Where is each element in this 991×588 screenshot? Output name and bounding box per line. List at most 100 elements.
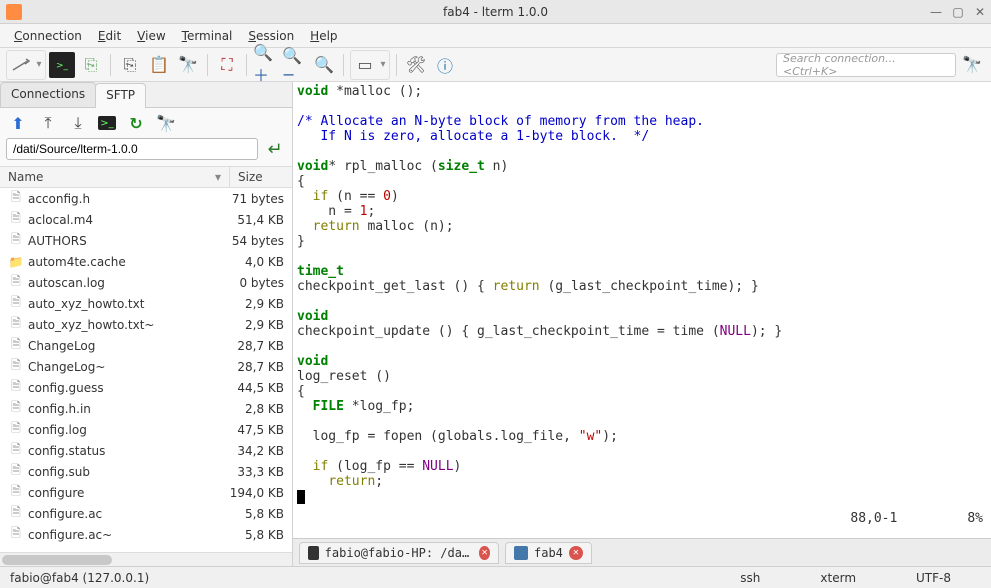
status-protocol: ssh — [710, 571, 790, 585]
tab-connections[interactable]: Connections — [0, 82, 96, 107]
copy-icon[interactable]: ⎘ — [117, 52, 143, 78]
sftp-toolbar: ⬆ ⤒ ⤓ >_ ↻ 🔭 — [0, 108, 292, 138]
select-all-icon[interactable]: ⛶ — [214, 52, 240, 78]
go-button[interactable]: ↵ — [264, 138, 286, 160]
file-row[interactable]: 🗎 aclocal.m451,4 KB — [0, 209, 292, 230]
file-name: autoscan.log — [28, 276, 222, 290]
file-row[interactable]: 🗎AUTHORS54 bytes — [0, 230, 292, 251]
close-tab-icon[interactable]: ✕ — [569, 546, 583, 560]
terminal-tab-2[interactable]: fab4 ✕ — [505, 542, 592, 564]
status-encoding: UTF-8 — [886, 571, 981, 585]
file-icon: 🗎 — [8, 213, 24, 227]
file-row[interactable]: 🗎auto_xyz_howto.txt2,9 KB — [0, 293, 292, 314]
duplicate-icon[interactable]: ⎘ — [78, 52, 104, 78]
file-name: config.sub — [28, 465, 222, 479]
editor-ruler: 88,0-1 8% — [850, 511, 983, 526]
search-input[interactable]: Search connection... <Ctrl+K> — [776, 53, 956, 77]
file-name: config.guess — [28, 381, 222, 395]
file-size: 5,8 KB — [222, 507, 284, 521]
menu-help[interactable]: Help — [302, 27, 345, 45]
find-icon[interactable]: 🔭 — [175, 52, 201, 78]
file-row[interactable]: 🗎configure194,0 KB — [0, 482, 292, 503]
main-toolbar: ▾ >_ ⎘ ⎘ 📋 🔭 ⛶ 🔍＋ 🔍− 🔍 ▭ ▾ 🛠 ⓘ Search co… — [0, 48, 991, 82]
file-size: 2,9 KB — [222, 318, 284, 332]
file-row[interactable]: 🗎autoscan.log0 bytes — [0, 272, 292, 293]
settings-icon[interactable]: 🛠 — [403, 52, 429, 78]
terminal-tab-1[interactable]: fabio@fabio-HP: /dati/Sou … ✕ — [299, 542, 499, 564]
connect-dropdown[interactable]: ▾ — [34, 59, 44, 70]
status-host: fabio@fab4 (127.0.0.1) — [10, 571, 710, 585]
zoom-reset-icon[interactable]: 🔍 — [311, 52, 337, 78]
tab-sftp[interactable]: SFTP — [95, 83, 146, 108]
download-icon[interactable]: ⤓ — [68, 113, 88, 133]
file-name: aclocal.m4 — [28, 213, 222, 227]
file-icon: 🗎 — [8, 192, 24, 206]
file-row[interactable]: 🗎ChangeLog~28,7 KB — [0, 356, 292, 377]
zoom-in-icon[interactable]: 🔍＋ — [253, 52, 279, 78]
file-size: 51,4 KB — [222, 213, 284, 227]
connect-icon[interactable] — [8, 52, 34, 78]
file-name: configure — [28, 486, 222, 500]
menu-connection[interactable]: Connection — [6, 27, 90, 45]
col-size[interactable]: Size — [230, 167, 292, 187]
info-icon[interactable]: ⓘ — [432, 52, 458, 78]
file-icon: 🗎 — [8, 465, 24, 479]
file-row[interactable]: 🗎acconfig.h71 bytes — [0, 188, 292, 209]
binoculars-icon[interactable]: 🔭 — [959, 52, 985, 78]
file-name: config.status — [28, 444, 222, 458]
file-size: 28,7 KB — [222, 360, 284, 374]
close-button[interactable]: ✕ — [973, 5, 987, 19]
file-name: auto_xyz_howto.txt~ — [28, 318, 222, 332]
file-row[interactable]: 🗎 config.status34,2 KB — [0, 440, 292, 461]
file-row[interactable]: 🗎config.log47,5 KB — [0, 419, 292, 440]
file-row[interactable]: 🗎config.sub33,3 KB — [0, 461, 292, 482]
col-name[interactable]: Name▾ — [0, 167, 230, 187]
file-icon: 🗎 — [8, 339, 24, 353]
file-row[interactable]: 🗎ChangeLog28,7 KB — [0, 335, 292, 356]
code-area[interactable]: void *malloc (); /* Allocate an N-byte b… — [293, 82, 991, 538]
menu-view[interactable]: View — [129, 27, 173, 45]
file-name: autom4te.cache — [28, 255, 222, 269]
zoom-out-icon[interactable]: 🔍− — [282, 52, 308, 78]
svg-text:>_: >_ — [56, 61, 69, 71]
status-terminal: xterm — [790, 571, 886, 585]
app-icon — [6, 4, 22, 20]
file-row[interactable]: 🗎configure.ac~5,8 KB — [0, 524, 292, 545]
search-files-icon[interactable]: 🔭 — [156, 113, 176, 133]
file-size: 5,8 KB — [222, 528, 284, 542]
open-terminal-icon[interactable]: >_ — [98, 116, 116, 130]
titlebar: fab4 - lterm 1.0.0 — ▢ ✕ — [0, 0, 991, 24]
screen-icon[interactable]: ▭ — [352, 52, 378, 78]
file-icon: 🗎 — [8, 381, 24, 395]
editor-pane: void *malloc (); /* Allocate an N-byte b… — [293, 82, 991, 566]
file-row[interactable]: 📁autom4te.cache4,0 KB — [0, 251, 292, 272]
menu-terminal[interactable]: Terminal — [174, 27, 241, 45]
screen-dropdown[interactable]: ▾ — [378, 59, 388, 70]
file-row[interactable]: 🗎configure.ac5,8 KB — [0, 503, 292, 524]
menu-edit[interactable]: Edit — [90, 27, 129, 45]
path-input[interactable] — [6, 138, 258, 160]
menubar: Connection Edit View Terminal Session He… — [0, 24, 991, 48]
file-icon: 🗎 — [8, 234, 24, 248]
file-size: 0 bytes — [222, 276, 284, 290]
file-row[interactable]: 🗎auto_xyz_howto.txt~2,9 KB — [0, 314, 292, 335]
file-icon: 🗎 — [8, 444, 24, 458]
upload-icon[interactable]: ⤒ — [38, 113, 58, 133]
go-up-icon[interactable]: ⬆ — [8, 113, 28, 133]
close-tab-icon[interactable]: ✕ — [479, 546, 490, 560]
menu-session[interactable]: Session — [240, 27, 302, 45]
file-list[interactable]: 🗎acconfig.h71 bytes🗎aclocal.m451,4 KB🗎AU… — [0, 188, 292, 552]
minimize-button[interactable]: — — [929, 5, 943, 19]
file-size: 44,5 KB — [222, 381, 284, 395]
sidebar-tabs: Connections SFTP — [0, 82, 292, 108]
file-list-header: Name▾ Size — [0, 166, 292, 188]
terminal-icon[interactable]: >_ — [49, 52, 75, 78]
refresh-icon[interactable]: ↻ — [126, 113, 146, 133]
file-size: 34,2 KB — [222, 444, 284, 458]
file-row[interactable]: 🗎 config.guess44,5 KB — [0, 377, 292, 398]
paste-icon[interactable]: 📋 — [146, 52, 172, 78]
horizontal-scrollbar[interactable] — [0, 552, 292, 566]
file-row[interactable]: 🗎config.h.in2,8 KB — [0, 398, 292, 419]
file-icon: 🗎 — [8, 486, 24, 500]
maximize-button[interactable]: ▢ — [951, 5, 965, 19]
